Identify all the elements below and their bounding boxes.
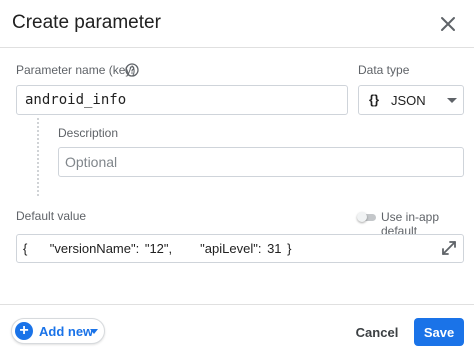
default-value-input[interactable]: [17, 235, 463, 262]
add-circle-icon: +: [15, 322, 33, 340]
expand-icon[interactable]: [440, 239, 458, 257]
chevron-down-icon: [447, 98, 457, 103]
description-field[interactable]: [58, 147, 464, 177]
parameter-name-label: Parameter name (key): [16, 63, 136, 77]
add-new-label: Add new: [39, 324, 94, 339]
default-value-field[interactable]: [16, 234, 464, 263]
default-value-label: Default value: [16, 209, 87, 223]
description-input[interactable]: [59, 148, 463, 176]
json-braces-icon: {}: [369, 92, 380, 107]
description-label: Description: [58, 126, 119, 140]
parameter-name-input[interactable]: [17, 86, 347, 114]
close-icon[interactable]: [436, 12, 460, 36]
save-button[interactable]: Save: [414, 318, 464, 346]
toggle-knob: [357, 212, 367, 222]
data-type-select[interactable]: {} JSON: [358, 85, 464, 115]
dialog-footer-divider: [0, 304, 474, 305]
use-in-app-default-toggle[interactable]: [357, 212, 376, 222]
chevron-down-icon: [90, 329, 98, 334]
help-circle-icon[interactable]: [125, 63, 139, 77]
dialog-header: Create parameter: [0, 0, 474, 48]
parameter-name-field[interactable]: [16, 85, 348, 115]
dialog-title: Create parameter: [12, 12, 161, 33]
data-type-value: JSON: [391, 93, 426, 108]
indent-guide: [37, 118, 39, 196]
add-new-button[interactable]: + Add new: [11, 318, 105, 344]
cancel-button[interactable]: Cancel: [351, 318, 403, 346]
data-type-label: Data type: [358, 63, 410, 77]
